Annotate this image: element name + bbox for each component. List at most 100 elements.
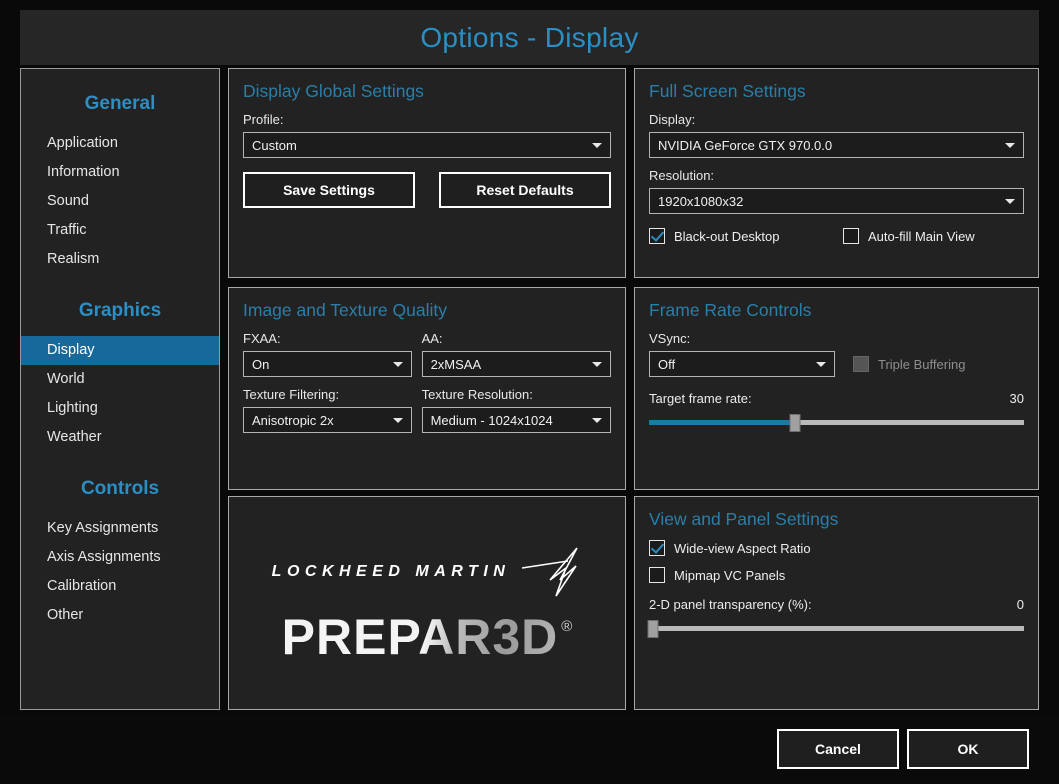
- prepar3d-wordmark: PREPAR3D: [281, 609, 559, 665]
- checkbox-icon: [853, 356, 869, 372]
- chevron-down-icon: [1005, 143, 1015, 148]
- sidebar-item-axis-assignments[interactable]: Axis Assignments: [21, 543, 219, 572]
- fxaa-dropdown[interactable]: On: [243, 351, 412, 377]
- wide-view-aspect-ratio-checkbox-row[interactable]: Wide-view Aspect Ratio: [649, 540, 1024, 556]
- panel-transparency-label: 2-D panel transparency (%):: [649, 597, 812, 612]
- chevron-down-icon: [592, 143, 602, 148]
- fxaa-value: On: [252, 356, 270, 372]
- prepar3d-logo: PREPAR3D ®: [282, 612, 573, 662]
- texture-resolution-dropdown[interactable]: Medium - 1024x1024: [421, 407, 611, 433]
- display-label: Display:: [649, 112, 696, 127]
- vsync-label: VSync:: [649, 331, 691, 346]
- profile-label: Profile:: [243, 112, 284, 127]
- profile-value: Custom: [252, 137, 297, 153]
- panel-branding: LOCKHEED MARTIN PREPAR3D ®: [228, 496, 626, 710]
- texture-filtering-value: Anisotropic 2x: [252, 412, 334, 428]
- sidebar: General Application Information Sound Tr…: [20, 68, 220, 710]
- display-value: NVIDIA GeForce GTX 970.0.0: [658, 137, 833, 153]
- slider-thumb[interactable]: [647, 620, 659, 638]
- autofill-main-view-checkbox-row[interactable]: Auto-fill Main View: [843, 228, 975, 244]
- resolution-dropdown[interactable]: 1920x1080x32: [649, 188, 1024, 214]
- chevron-down-icon: [1005, 199, 1015, 204]
- display-dropdown[interactable]: NVIDIA GeForce GTX 970.0.0: [649, 132, 1024, 158]
- blackout-desktop-label: Black-out Desktop: [674, 228, 780, 244]
- panel-view-and-panel-settings: View and Panel Settings Wide-view Aspect…: [634, 496, 1039, 710]
- triple-buffering-label: Triple Buffering: [878, 356, 966, 372]
- chevron-down-icon: [592, 418, 602, 423]
- target-frame-rate-value: 30: [1009, 391, 1024, 406]
- checkbox-icon[interactable]: [843, 228, 859, 244]
- sidebar-item-other[interactable]: Other: [21, 601, 219, 630]
- panel-display-global-settings: Display Global Settings Profile: Custom …: [228, 68, 626, 278]
- ok-button[interactable]: OK: [907, 729, 1029, 769]
- panel-full-screen-settings: Full Screen Settings Display: NVIDIA GeF…: [634, 68, 1039, 278]
- sidebar-item-realism[interactable]: Realism: [21, 245, 219, 274]
- panel-transparency-slider[interactable]: [647, 619, 1024, 638]
- slider-thumb[interactable]: [789, 414, 801, 432]
- chevron-down-icon: [392, 418, 403, 423]
- panel-transparency-value: 0: [1016, 597, 1024, 612]
- panel-title-view-panel: View and Panel Settings: [649, 509, 839, 529]
- registered-trademark-icon: ®: [561, 618, 573, 635]
- resolution-value: 1920x1080x32: [658, 193, 744, 209]
- texture-resolution-label: Texture Resolution:: [421, 387, 533, 402]
- chevron-down-icon: [592, 362, 602, 367]
- title-bar: Options - Display: [20, 10, 1039, 65]
- save-settings-button[interactable]: Save Settings: [243, 172, 415, 208]
- target-frame-rate-slider[interactable]: [649, 413, 1024, 432]
- checkbox-icon[interactable]: [649, 567, 665, 583]
- mipmap-vc-panels-label: Mipmap VC Panels: [674, 567, 786, 583]
- target-frame-rate-label: Target frame rate:: [649, 391, 752, 406]
- sidebar-item-information[interactable]: Information: [21, 158, 219, 187]
- sidebar-item-traffic[interactable]: Traffic: [21, 216, 219, 245]
- checkbox-icon[interactable]: [649, 228, 665, 244]
- fxaa-label: FXAA:: [243, 331, 281, 346]
- aa-label: AA:: [421, 331, 443, 346]
- panel-transparency-header: 2-D panel transparency (%): 0: [649, 597, 1024, 612]
- autofill-main-view-label: Auto-fill Main View: [868, 228, 975, 244]
- profile-dropdown[interactable]: Custom: [243, 132, 611, 158]
- sidebar-item-sound[interactable]: Sound: [21, 187, 219, 216]
- sidebar-item-application[interactable]: Application: [21, 129, 219, 158]
- footer-bar: Cancel OK: [0, 716, 1059, 784]
- panel-title-frame-rate: Frame Rate Controls: [649, 300, 812, 320]
- panel-title-display-global: Display Global Settings: [243, 81, 424, 101]
- slider-track: [649, 626, 1024, 631]
- chevron-down-icon: [392, 362, 403, 367]
- texture-filtering-label: Texture Filtering:: [243, 387, 340, 402]
- vsync-dropdown[interactable]: Off: [649, 351, 835, 377]
- slider-fill: [649, 420, 796, 425]
- sidebar-item-lighting[interactable]: Lighting: [21, 394, 219, 423]
- cancel-button[interactable]: Cancel: [777, 729, 899, 769]
- checkbox-icon[interactable]: [649, 540, 665, 556]
- sidebar-heading-general: General: [84, 93, 156, 114]
- sidebar-item-calibration[interactable]: Calibration: [21, 572, 219, 601]
- window-title: Options - Display: [420, 21, 639, 53]
- panel-frame-rate-controls: Frame Rate Controls VSync: Off Triple Bu…: [634, 287, 1039, 490]
- blackout-desktop-checkbox-row[interactable]: Black-out Desktop: [649, 228, 843, 244]
- sidebar-heading-controls: Controls: [80, 478, 160, 499]
- panel-title-image-texture: Image and Texture Quality: [243, 300, 447, 320]
- triple-buffering-checkbox-row: Triple Buffering: [853, 356, 965, 372]
- vsync-value: Off: [658, 356, 676, 372]
- mipmap-vc-panels-checkbox-row[interactable]: Mipmap VC Panels: [649, 567, 1024, 583]
- sidebar-item-weather[interactable]: Weather: [21, 423, 219, 452]
- options-dialog: Options - Display General Application In…: [0, 0, 1059, 784]
- sidebar-heading-graphics: Graphics: [78, 300, 162, 321]
- texture-filtering-dropdown[interactable]: Anisotropic 2x: [243, 407, 412, 433]
- sidebar-item-display[interactable]: Display: [21, 336, 219, 365]
- texture-resolution-value: Medium - 1024x1024: [430, 412, 553, 428]
- lockheed-martin-wordmark: LOCKHEED MARTIN: [271, 563, 511, 580]
- reset-defaults-button[interactable]: Reset Defaults: [439, 172, 611, 208]
- panel-title-full-screen: Full Screen Settings: [649, 81, 806, 101]
- panel-image-texture-quality: Image and Texture Quality FXAA: On AA: 2…: [228, 287, 626, 490]
- target-frame-rate-header: Target frame rate: 30: [649, 391, 1024, 406]
- resolution-label: Resolution:: [649, 168, 715, 183]
- aa-value: 2xMSAA: [430, 356, 482, 372]
- aa-dropdown[interactable]: 2xMSAA: [421, 351, 611, 377]
- sidebar-item-key-assignments[interactable]: Key Assignments: [21, 514, 219, 543]
- lockheed-star-icon: [522, 547, 579, 597]
- wide-view-aspect-ratio-label: Wide-view Aspect Ratio: [674, 540, 811, 556]
- lockheed-martin-logo: LOCKHEED MARTIN: [272, 544, 583, 600]
- sidebar-item-world[interactable]: World: [21, 365, 219, 394]
